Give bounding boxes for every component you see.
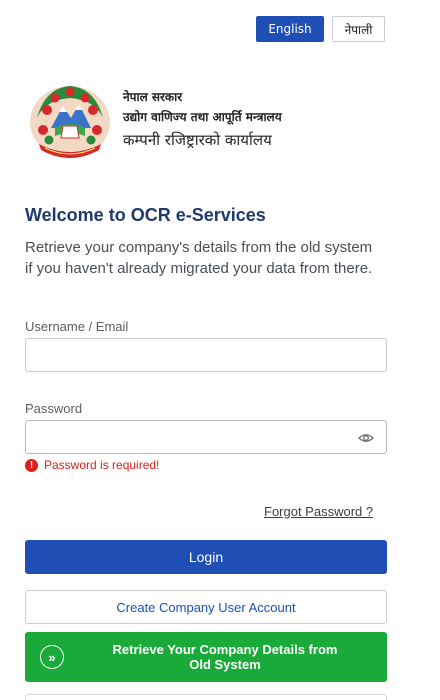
language-nepali-button[interactable]: नेपाली <box>332 16 385 42</box>
nepal-emblem-icon <box>30 86 110 158</box>
government-name: नेपाल सरकार <box>123 90 183 104</box>
brand-header: नेपाल सरकार उद्योग वाणिज्य तथा आपूर्ति म… <box>25 78 325 168</box>
create-account-button[interactable]: Create Company User Account <box>25 590 387 624</box>
password-error-text: Password is required! <box>44 458 160 472</box>
retrieve-label-line1: Retrieve Your Company Details from <box>112 642 338 657</box>
username-label: Username / Email <box>25 319 129 334</box>
double-chevron-right-icon: » <box>40 645 64 669</box>
page-title: Welcome to OCR e-Services <box>25 205 266 225</box>
bottom-card <box>25 694 387 700</box>
page-subtitle: Retrieve your company's details from the… <box>25 239 373 277</box>
retrieve-label-line2: Old System <box>189 657 261 672</box>
forgot-password-link[interactable]: Forgot Password ? <box>264 504 373 519</box>
password-input[interactable] <box>25 420 387 454</box>
login-button[interactable]: Login <box>25 540 387 574</box>
retrieve-details-button[interactable]: » Retrieve Your Company Details from Old… <box>25 632 387 682</box>
ministry-name: उद्योग वाणिज्य तथा आपूर्ति मन्त्रालय <box>123 110 282 124</box>
password-error: ! Password is required! <box>25 458 159 472</box>
brand-text: नेपाल सरकार उद्योग वाणिज्य तथा आपूर्ति म… <box>123 88 282 152</box>
office-name: कम्पनी रजिष्ट्रारको कार्यालय <box>123 131 272 149</box>
retrieve-details-label: Retrieve Your Company Details from Old S… <box>95 642 355 672</box>
language-english-button[interactable]: English <box>256 16 324 42</box>
password-label: Password <box>25 401 83 416</box>
language-switch: English नेपाली <box>256 16 385 42</box>
username-input[interactable] <box>25 338 387 372</box>
error-icon: ! <box>25 458 38 472</box>
eye-icon[interactable] <box>358 430 374 446</box>
